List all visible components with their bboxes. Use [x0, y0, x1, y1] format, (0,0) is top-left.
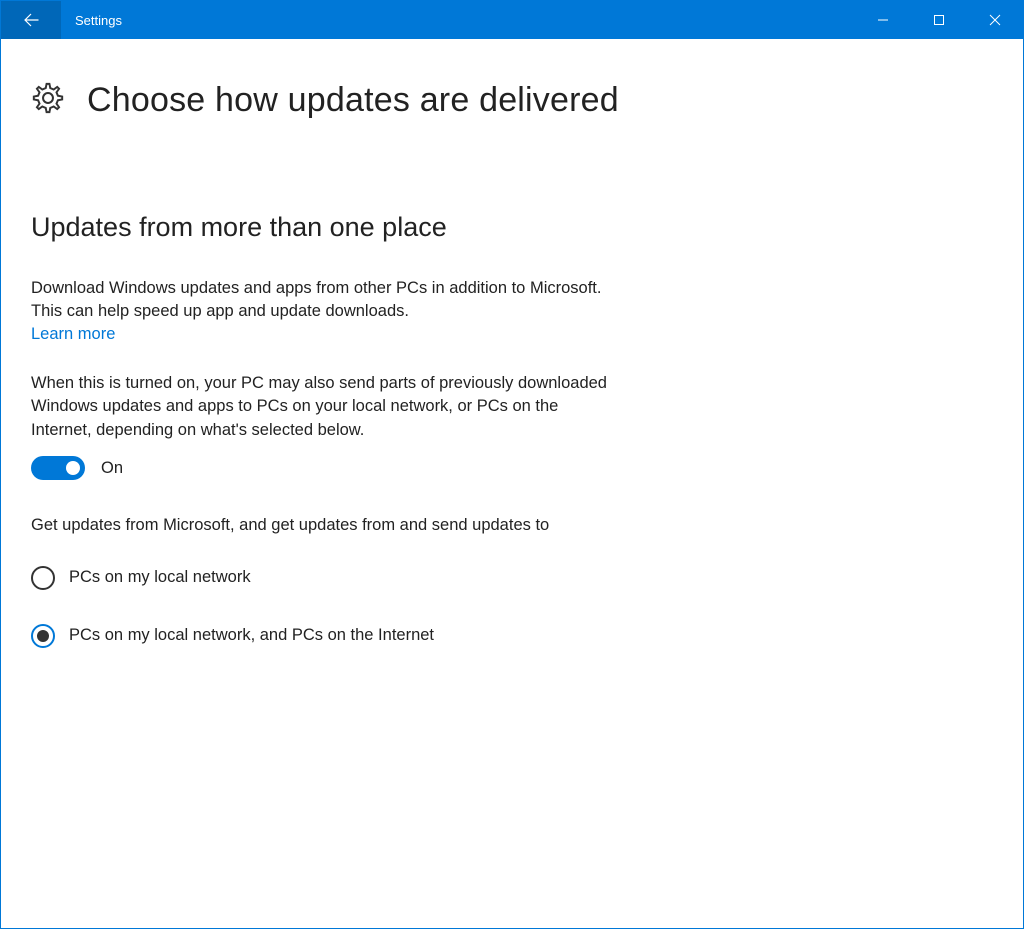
- radio-button: [31, 566, 55, 590]
- toggle-knob: [66, 461, 80, 475]
- page-header: Choose how updates are delivered: [1, 39, 1023, 120]
- radio-button: [31, 624, 55, 648]
- description-text-2: When this is turned on, your PC may also…: [31, 372, 611, 442]
- close-button[interactable]: [967, 1, 1023, 39]
- window-title: Settings: [61, 1, 855, 39]
- minimize-button[interactable]: [855, 1, 911, 39]
- section-heading: Updates from more than one place: [31, 212, 611, 243]
- gear-icon: [31, 81, 65, 120]
- back-button[interactable]: [1, 1, 61, 39]
- arrow-left-icon: [22, 11, 40, 29]
- maximize-button[interactable]: [911, 1, 967, 39]
- radio-option-local[interactable]: PCs on my local network: [31, 566, 611, 590]
- maximize-icon: [933, 14, 945, 26]
- titlebar: Settings: [1, 1, 1023, 39]
- updates-toggle[interactable]: [31, 456, 85, 480]
- radio-label: PCs on my local network: [69, 568, 251, 587]
- description-text-3: Get updates from Microsoft, and get upda…: [31, 514, 611, 537]
- minimize-icon: [877, 14, 889, 26]
- toggle-state-label: On: [101, 459, 123, 478]
- page-title: Choose how updates are delivered: [87, 81, 619, 120]
- description-text-1: Download Windows updates and apps from o…: [31, 277, 611, 324]
- content-area: Updates from more than one place Downloa…: [1, 120, 641, 682]
- toggle-row: On: [31, 456, 611, 480]
- radio-label: PCs on my local network, and PCs on the …: [69, 626, 434, 645]
- window-controls: [855, 1, 1023, 39]
- learn-more-link[interactable]: Learn more: [31, 325, 115, 344]
- radio-option-internet[interactable]: PCs on my local network, and PCs on the …: [31, 624, 611, 648]
- close-icon: [989, 14, 1001, 26]
